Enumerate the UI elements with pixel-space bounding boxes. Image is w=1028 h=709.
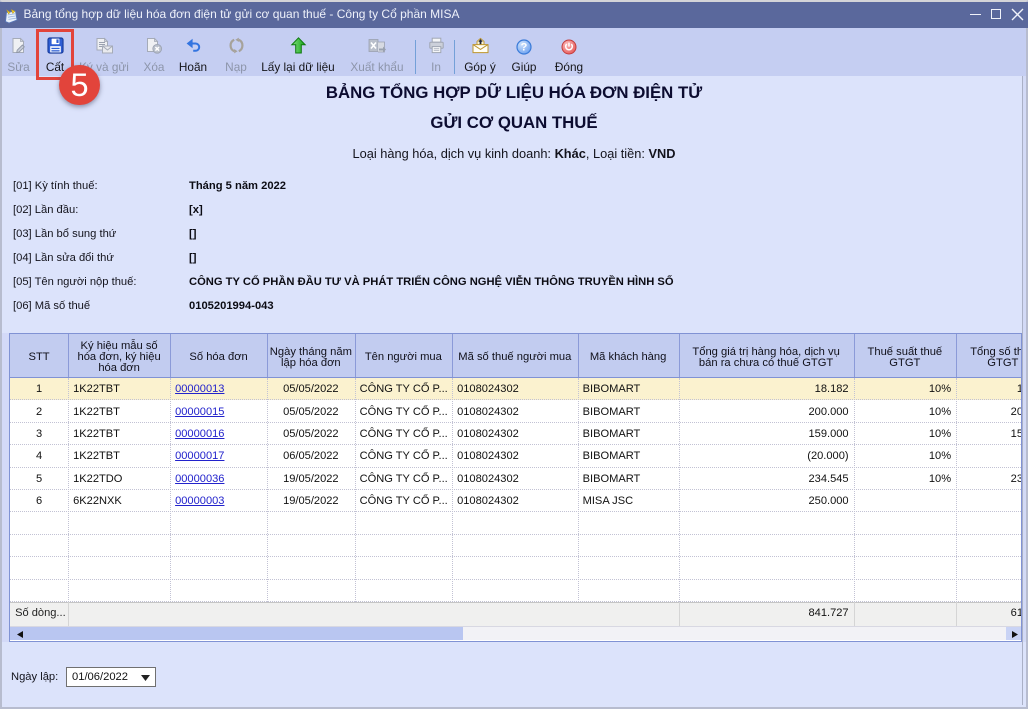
svg-text:?: ? [521,41,528,53]
